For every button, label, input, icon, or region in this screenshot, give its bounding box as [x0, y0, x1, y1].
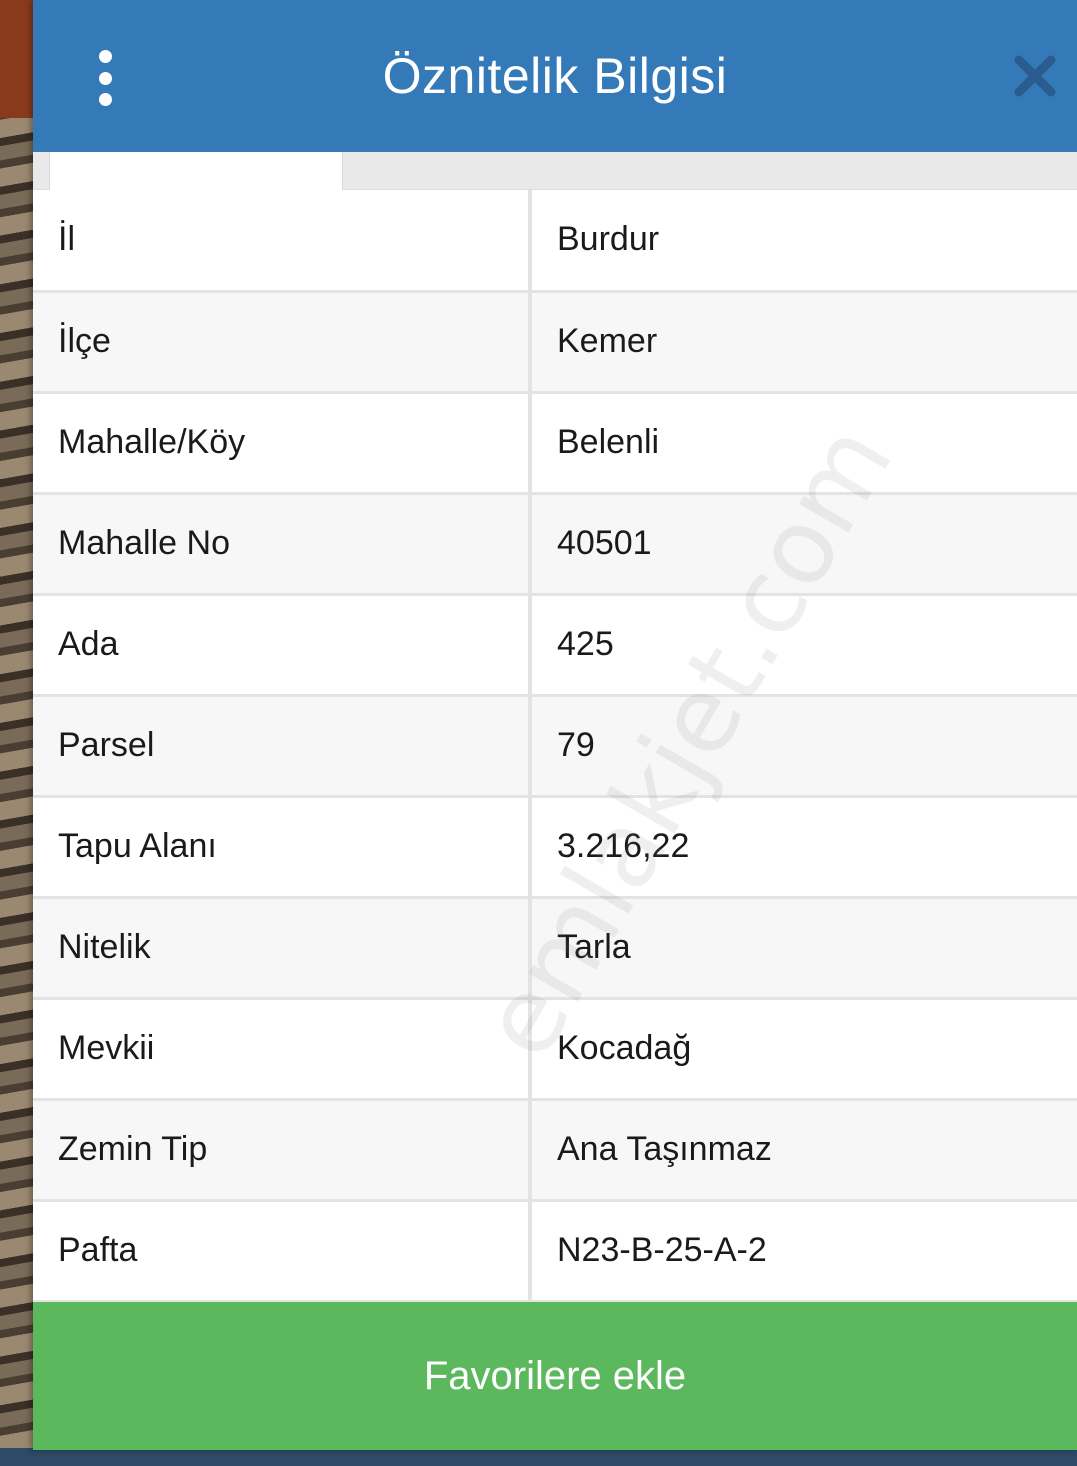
attribute-key: Zemin Tip [33, 1099, 532, 1202]
attribute-key: Parsel [33, 695, 532, 798]
menu-dot [98, 93, 112, 106]
attribute-key: İlçe [33, 291, 532, 394]
menu-dot [98, 71, 112, 85]
attribute-key: Mahalle No [33, 493, 532, 596]
attribute-key: Mahalle/Köy [33, 392, 532, 495]
panel-title: Öznitelik Bilgisi [382, 48, 728, 104]
kebab-menu-icon[interactable] [89, 50, 121, 106]
tab-bar [33, 152, 1077, 190]
attribute-value: Burdur [530, 190, 1077, 293]
table-row: Parsel 79 [33, 695, 1077, 798]
attribute-value: Kemer [530, 291, 1077, 394]
attribute-table: İl Burdur İlçe Kemer Mahalle/Köy Belenli Mahal… [33, 190, 1077, 1303]
table-row: Mahalle No 40501 [33, 493, 1077, 596]
attribute-key: İl [33, 190, 532, 293]
table-row: Zemin Tip Ana Taşınmaz [33, 1099, 1077, 1202]
panel-header: Öznitelik Bilgisi [33, 0, 1077, 152]
close-icon[interactable] [1013, 54, 1057, 98]
menu-dot [98, 50, 112, 63]
attribute-value: Ana Taşınmaz [530, 1099, 1077, 1202]
table-row: Nitelik Tarla [33, 897, 1077, 1000]
attribute-key: Ada [33, 594, 532, 697]
attribute-value: N23-B-25-A-2 [530, 1200, 1077, 1303]
table-row: Tapu Alanı 3.216,22 [33, 796, 1077, 899]
attribute-key: Mevkii [33, 998, 532, 1101]
attribute-value: 3.216,22 [530, 796, 1077, 899]
attribute-value: 79 [530, 695, 1077, 798]
attribute-value: Belenli [530, 392, 1077, 495]
add-to-favorites-button[interactable]: Favorilere ekle [33, 1302, 1077, 1450]
table-row: Ada 425 [33, 594, 1077, 697]
table-row: Pafta N23-B-25-A-2 [33, 1200, 1077, 1303]
attribute-value: 425 [530, 594, 1077, 697]
background-strip [0, 1448, 1077, 1466]
attribute-key: Pafta [33, 1200, 532, 1303]
attribute-value: Kocadağ [530, 998, 1077, 1101]
attribute-value: 40501 [530, 493, 1077, 596]
attribute-value: Tarla [530, 897, 1077, 1000]
attribute-key: Tapu Alanı [33, 796, 532, 899]
table-row: Mevkii Kocadağ [33, 998, 1077, 1101]
table-row: İlçe Kemer [33, 291, 1077, 394]
attribute-key: Nitelik [33, 897, 532, 1000]
tab-active[interactable] [49, 152, 343, 190]
attribute-info-panel: Öznitelik Bilgisi İl Burdur İlçe Kemer Mahal… [33, 0, 1077, 1450]
table-row: Mahalle/Köy Belenli [33, 392, 1077, 495]
table-row: İl Burdur [33, 190, 1077, 293]
